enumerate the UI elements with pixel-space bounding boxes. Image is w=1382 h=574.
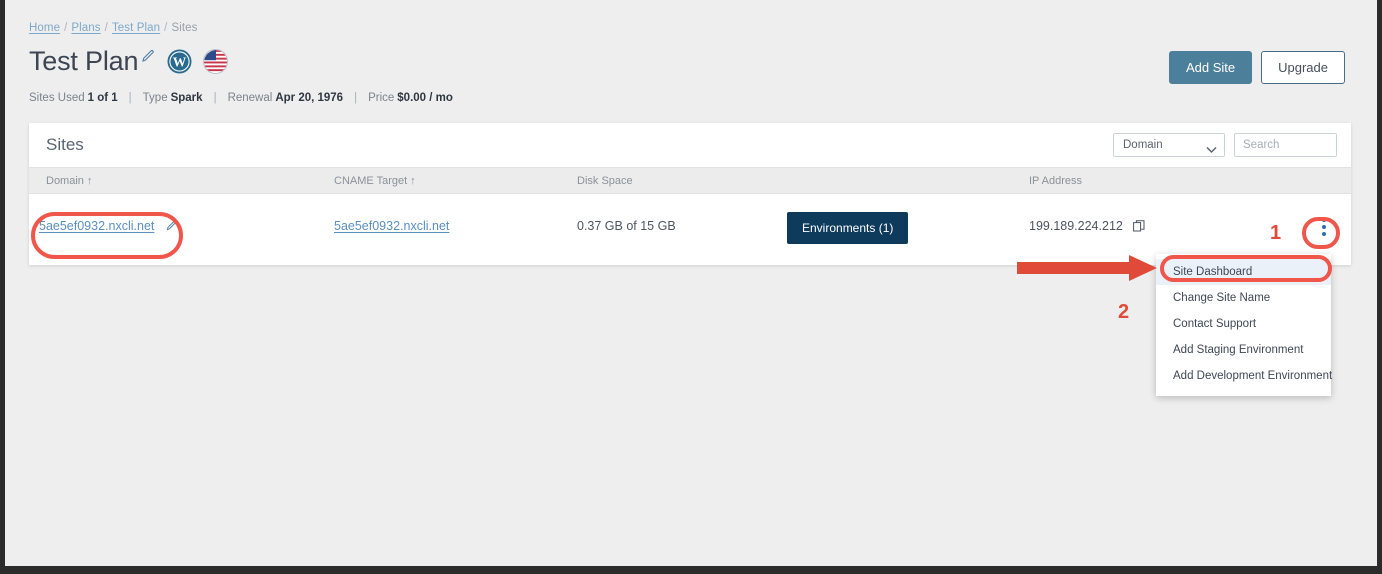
pencil-icon[interactable] [140, 48, 156, 64]
sites-card-header: Sites Domain [29, 123, 1351, 167]
menu-item-contact-support[interactable]: Contact Support [1156, 311, 1331, 337]
price-label: Price [368, 92, 395, 104]
breadcrumb-item-sites: Sites [171, 22, 198, 34]
table-header-row: Domain ↑ CNAME Target ↑ Disk Space IP Addr… [29, 167, 1351, 194]
annotation-arrow-icon [1017, 255, 1157, 286]
sites-used-value: 1 of 1 [87, 92, 118, 104]
cell-ip-address: 199.189.224.212 [1029, 219, 1145, 235]
column-header-domain[interactable]: Domain ↑ [46, 175, 92, 187]
search-input[interactable] [1234, 133, 1337, 157]
menu-item-add-staging-environment[interactable]: Add Staging Environment [1156, 337, 1331, 363]
cell-disk-space: 0.37 GB of 15 GB [577, 219, 676, 233]
page-root: Home / Plans / Test Plan / Sites Test Plan W [5, 0, 1377, 566]
renewal-value: Apr 20, 1976 [275, 92, 344, 104]
breadcrumb: Home / Plans / Test Plan / Sites [29, 22, 198, 34]
wordpress-icon: W [167, 49, 192, 74]
meta-divider: | [354, 92, 358, 104]
header-actions: Add Site Upgrade [1168, 51, 1345, 84]
menu-item-site-dashboard[interactable]: Site Dashboard [1156, 259, 1331, 285]
row-actions-kebab-menu-icon[interactable] [1311, 214, 1337, 240]
copy-icon[interactable] [1133, 220, 1145, 235]
breadcrumb-item-plans[interactable]: Plans [71, 22, 100, 34]
breadcrumb-separator: / [164, 22, 168, 34]
domain-link[interactable]: 5ae5ef0932.nxcli.net [39, 219, 154, 233]
cell-cname-target: 5ae5ef0932.nxcli.net [334, 219, 449, 233]
kebab-dot [1322, 225, 1326, 229]
page-title: Test Plan [29, 46, 139, 76]
meta-divider: | [128, 92, 132, 104]
sites-card-title: Sites [46, 135, 84, 154]
sites-card-controls: Domain [1113, 133, 1337, 157]
sites-used-label: Sites Used [29, 92, 85, 104]
us-flag-icon [203, 48, 229, 74]
sites-card: Sites Domain Domain↑ CNAME Target↑ [29, 123, 1351, 265]
column-header-ip-address[interactable]: IP Address [1029, 175, 1082, 187]
breadcrumb-item-test-plan[interactable]: Test Plan [112, 22, 160, 34]
menu-item-change-site-name[interactable]: Change Site Name [1156, 285, 1331, 311]
filter-select-wrap: Domain [1113, 133, 1225, 157]
add-site-button[interactable]: Add Site [1168, 51, 1253, 84]
ip-address-value: 199.189.224.212 [1029, 219, 1123, 233]
annotation-step-1: 1 [1270, 222, 1282, 244]
annotation-step-2: 2 [1118, 301, 1130, 323]
cname-target-link[interactable]: 5ae5ef0932.nxcli.net [334, 219, 449, 233]
sort-arrow-icon: ↑ [86, 175, 93, 187]
column-header-disk-space[interactable]: Disk Space [577, 175, 633, 187]
kebab-dot [1322, 218, 1326, 222]
column-header-cname-target[interactable]: CNAME Target ↑ [334, 175, 416, 187]
breadcrumb-separator: / [104, 22, 108, 34]
meta-divider: | [213, 92, 217, 104]
price-value: $0.00 / mo [397, 92, 453, 104]
row-context-menu: Site Dashboard Change Site Name Contact … [1156, 254, 1332, 396]
svg-text:W: W [173, 54, 187, 69]
kebab-dot [1322, 232, 1326, 236]
renewal-label: Renewal [227, 92, 273, 104]
upgrade-button[interactable]: Upgrade [1261, 51, 1345, 84]
pencil-icon[interactable] [165, 220, 178, 235]
table-row: 5ae5ef0932.nxcli.net 5ae5ef0932.nxcli.ne… [29, 194, 1351, 263]
environments-badge[interactable]: Environments (1) [787, 212, 909, 244]
filter-select[interactable]: Domain [1113, 133, 1225, 157]
cell-domain: 5ae5ef0932.nxcli.net [39, 219, 178, 235]
menu-item-add-development-environment[interactable]: Add Development Environment [1156, 363, 1332, 389]
sort-arrow-icon: ↑ [410, 175, 416, 187]
type-value: Spark [170, 92, 203, 104]
plan-meta: Sites Used 1 of 1 | Type Spark | Renewal Apr 20… [29, 92, 453, 104]
type-label: Type [142, 92, 168, 104]
breadcrumb-item-home[interactable]: Home [29, 22, 60, 34]
page-title-row: Test Plan W [29, 44, 229, 78]
breadcrumb-separator: / [64, 22, 68, 34]
